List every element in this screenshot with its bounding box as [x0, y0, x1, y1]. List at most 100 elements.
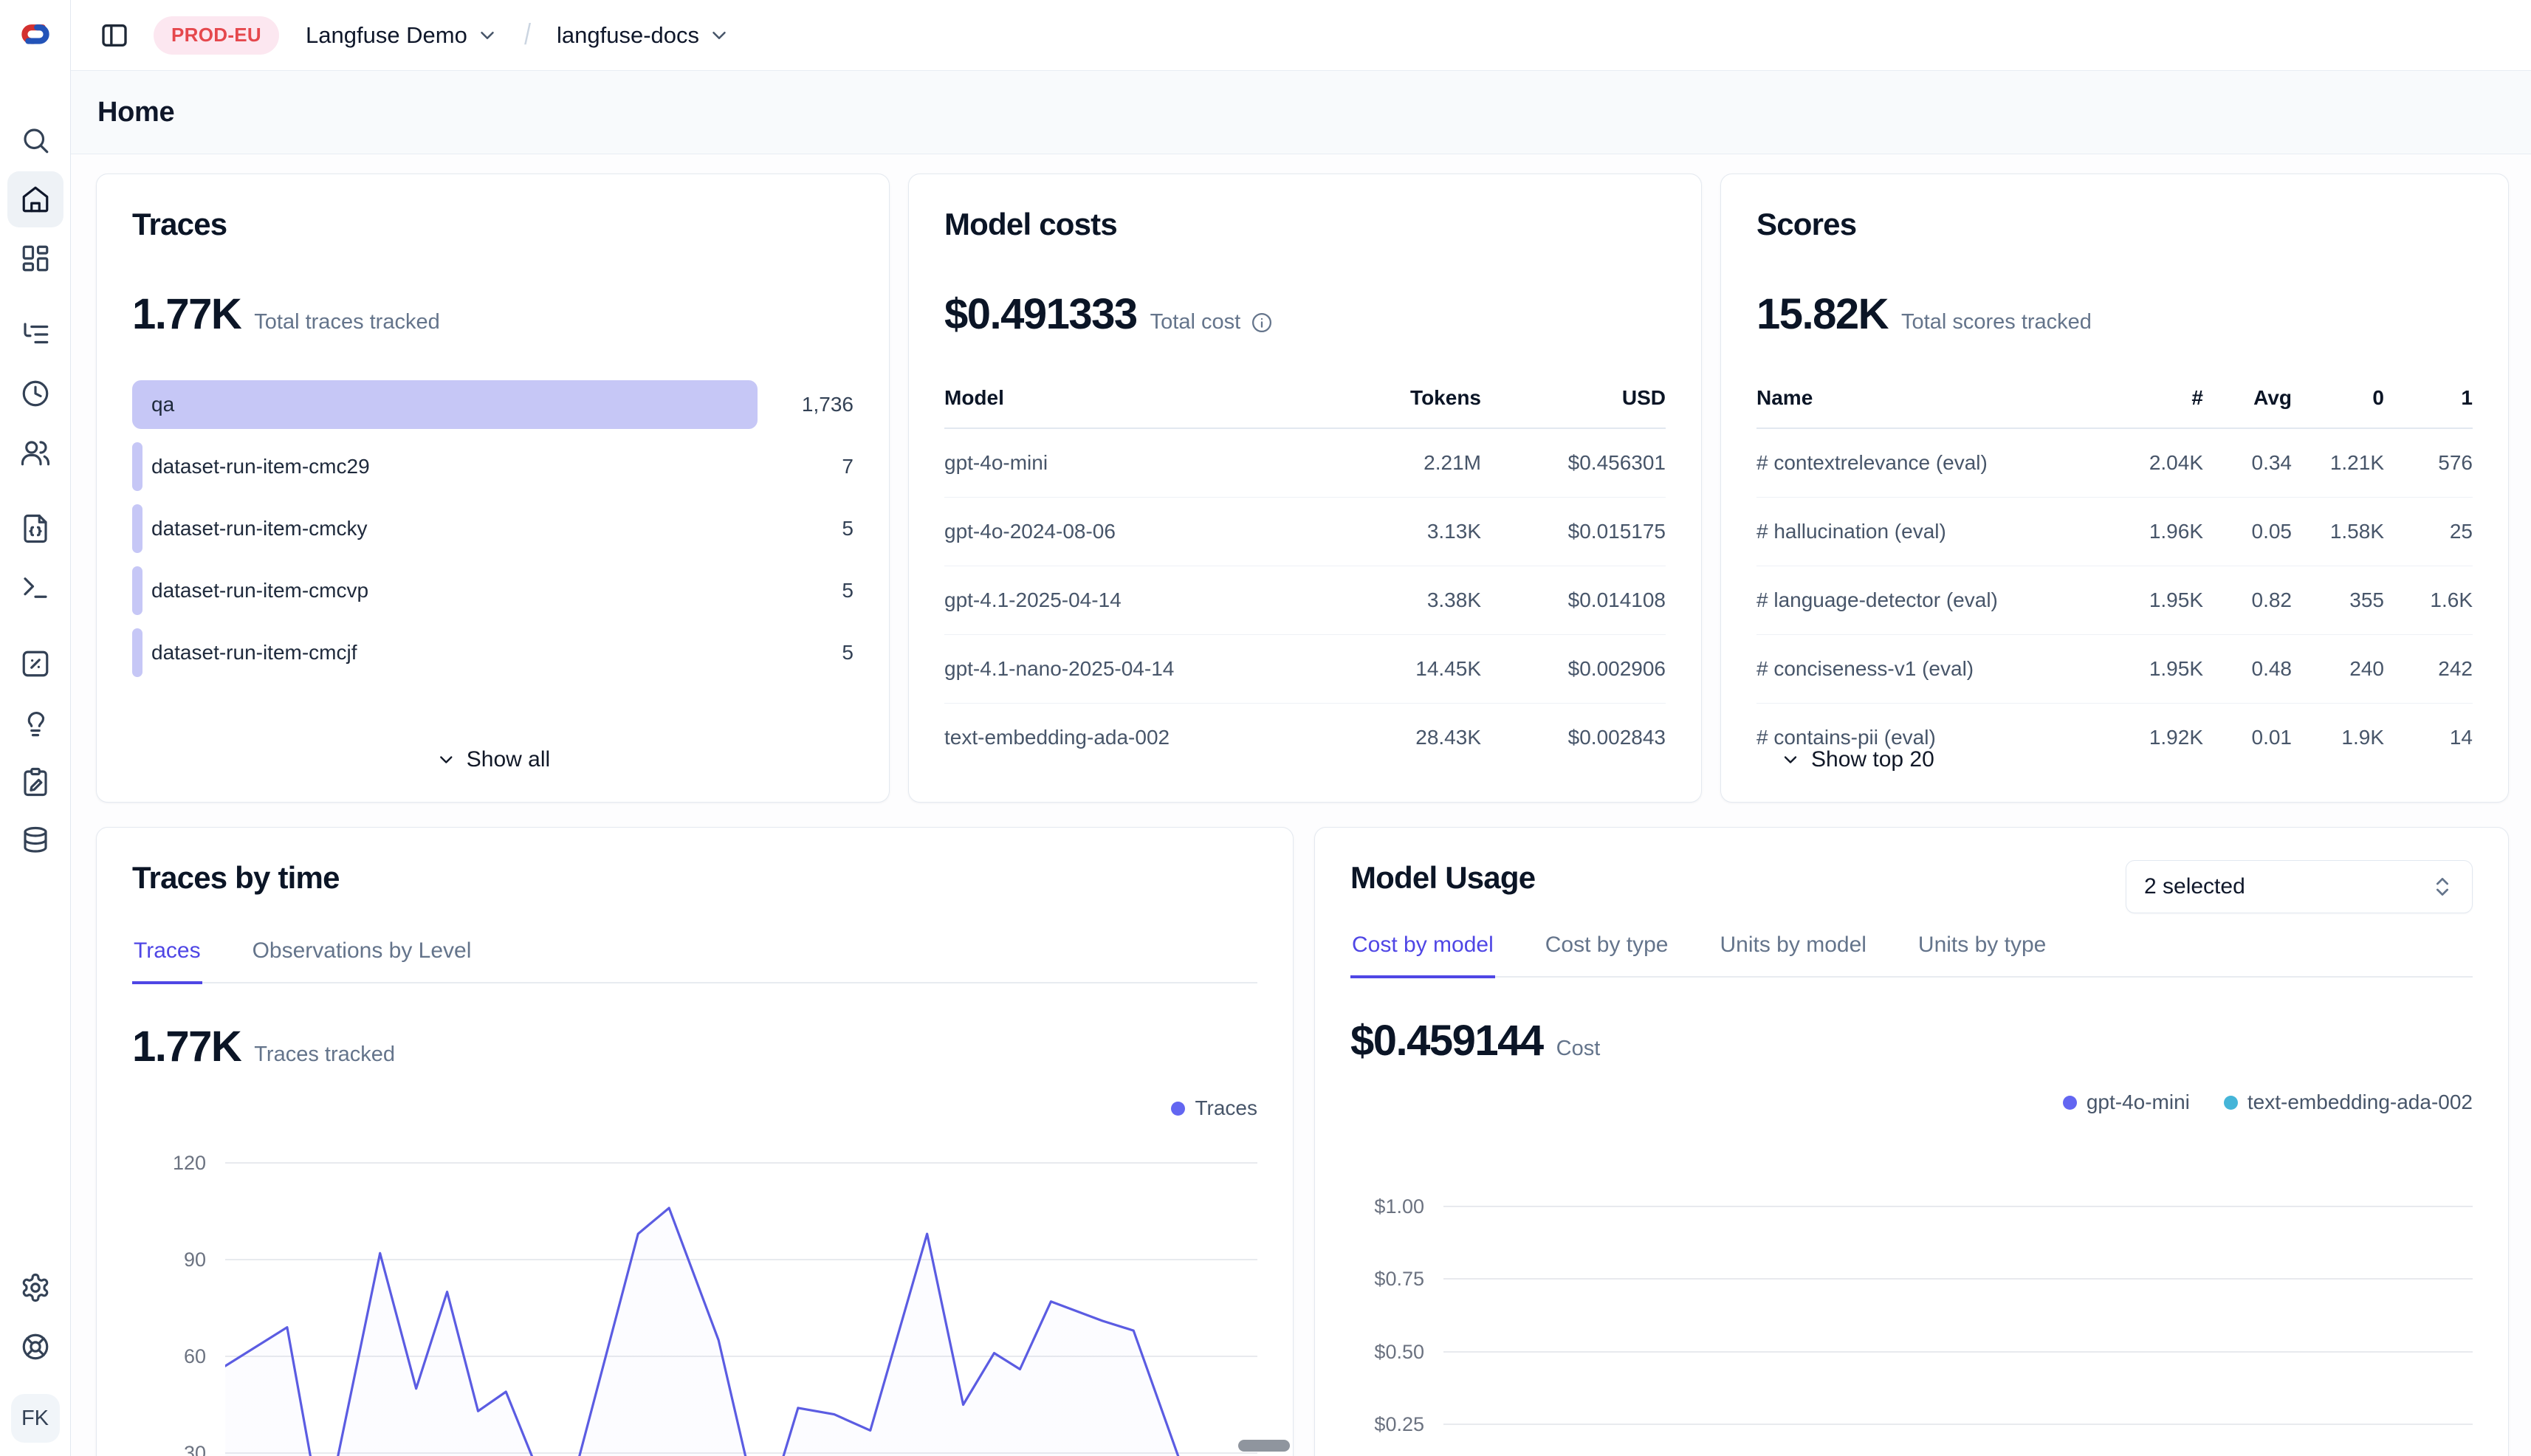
legend-label: gpt-4o-mini: [2087, 1091, 2190, 1114]
traces-by-time-chart: 120 90 60 30: [132, 1113, 1257, 1456]
org-switcher[interactable]: Langfuse Demo: [306, 22, 498, 49]
langfuse-logo-icon[interactable]: [16, 16, 55, 55]
score-name: # contextrelevance (eval): [1756, 451, 2085, 475]
score-avg: 0.48: [2203, 657, 2292, 681]
card-title: Traces by time: [132, 860, 1257, 896]
usd-value: $0.456301: [1481, 451, 1666, 475]
usd-value: $0.014108: [1481, 588, 1666, 612]
card-title: Scores: [1756, 207, 2473, 242]
sidebar-item-sessions[interactable]: [7, 365, 63, 422]
tab-units-by-model[interactable]: Units by model: [1719, 933, 1868, 978]
page-title: Home: [97, 97, 174, 128]
square-percent-icon: [20, 648, 51, 679]
sidebar-item-prompts[interactable]: [7, 501, 63, 557]
sidebar-item-dashboards[interactable]: [7, 230, 63, 286]
sidebar-item-search[interactable]: [7, 112, 63, 168]
sidebar-toggle-button[interactable]: [97, 18, 131, 52]
scores-total: 15.82K: [1756, 289, 1888, 339]
legend-label: text-embedding-ada-002: [2247, 1091, 2473, 1114]
score-count: 1.92K: [2085, 726, 2203, 749]
score-avg: 0.01: [2203, 726, 2292, 749]
tab-traces[interactable]: Traces: [132, 938, 202, 984]
bar-label: dataset-run-item-cmcvp: [151, 566, 368, 615]
project-name: langfuse-docs: [557, 22, 699, 49]
legend-item-gpt-4o-mini[interactable]: gpt-4o-mini: [2063, 1091, 2190, 1114]
clock-icon: [20, 378, 51, 409]
chevron-down-icon: [708, 24, 730, 47]
sidebar-item-insights[interactable]: [7, 695, 63, 751]
table-row: gpt-4o-2024-08-06 3.13K $0.015175: [944, 498, 1666, 566]
gridline: [1443, 1424, 2473, 1425]
score-zero: 1.58K: [2292, 520, 2384, 543]
sidebar-item-evaluators[interactable]: [7, 636, 63, 692]
model-usage-card: Model Usage 2 selected Cost by model Cos…: [1314, 827, 2509, 1456]
trace-bar-row[interactable]: dataset-run-item-cmcjf 5: [132, 628, 854, 677]
sidebar-item-home[interactable]: [7, 171, 63, 227]
total-cost: $0.491333: [944, 289, 1137, 339]
show-all-button[interactable]: Show all: [436, 747, 550, 772]
tab-cost-by-model[interactable]: Cost by model: [1350, 933, 1495, 978]
table-row: # language-detector (eval) 1.95K 0.82 35…: [1756, 566, 2473, 635]
lifebuoy-icon: [20, 1331, 51, 1362]
sidebar-item-playground[interactable]: [7, 560, 63, 616]
trace-bar-row[interactable]: qa 1,736: [132, 380, 854, 429]
tokens-value: 3.38K: [1297, 588, 1481, 612]
sidebar-item-annotation[interactable]: [7, 754, 63, 810]
table-row: gpt-4.1-2025-04-14 3.38K $0.014108: [944, 566, 1666, 635]
users-icon: [20, 437, 51, 468]
tab-units-by-type[interactable]: Units by type: [1917, 933, 2047, 978]
col-avg: Avg: [2203, 386, 2292, 410]
trace-bar-row[interactable]: dataset-run-item-cmcvp 5: [132, 566, 854, 615]
table-header: Name # Avg 0 1: [1756, 373, 2473, 429]
score-avg: 0.05: [2203, 520, 2292, 543]
page-header: Home: [71, 71, 2531, 154]
total-cost-label: Total cost: [1150, 310, 1241, 334]
model-name: gpt-4o-2024-08-06: [944, 520, 1297, 543]
sidebar-item-settings[interactable]: [7, 1260, 63, 1316]
score-count: 1.95K: [2085, 588, 2203, 612]
org-name: Langfuse Demo: [306, 22, 467, 49]
legend-item-text-embedding-ada-002[interactable]: text-embedding-ada-002: [2224, 1091, 2473, 1114]
tab-observations-by-level[interactable]: Observations by Level: [251, 938, 473, 984]
card-title: Traces: [132, 207, 854, 242]
col-tokens: Tokens: [1297, 386, 1481, 410]
scores-card: Scores 15.82K Total scores tracked Name …: [1720, 174, 2509, 803]
sidebar-item-tracing[interactable]: [7, 306, 63, 363]
project-switcher[interactable]: langfuse-docs: [557, 22, 730, 49]
show-all-label: Show all: [467, 747, 550, 772]
sidebar-item-users[interactable]: [7, 425, 63, 481]
table-row: # conciseness-v1 (eval) 1.95K 0.48 240 2…: [1756, 635, 2473, 704]
y-axis-tick: $0.25: [1350, 1413, 1443, 1436]
model-select-dropdown[interactable]: 2 selected: [2126, 860, 2473, 913]
bar-label: qa: [151, 380, 174, 429]
home-icon: [20, 184, 51, 215]
info-icon[interactable]: [1251, 312, 1273, 334]
horizontal-scrollbar-thumb[interactable]: [1238, 1440, 1290, 1452]
bar-label: dataset-run-item-cmcjf: [151, 628, 357, 677]
table-row: text-embedding-ada-002 28.43K $0.002843: [944, 704, 1666, 772]
score-name: # contains-pii (eval): [1756, 726, 2085, 749]
tokens-value: 14.45K: [1297, 657, 1481, 681]
trace-bar-row[interactable]: dataset-run-item-cmcky 5: [132, 504, 854, 553]
score-one: 14: [2384, 726, 2473, 749]
score-one: 242: [2384, 657, 2473, 681]
col-one: 1: [2384, 386, 2473, 410]
legend-dot: [2224, 1096, 2238, 1110]
trace-bar-row[interactable]: dataset-run-item-cmc29 7: [132, 442, 854, 491]
tab-cost-by-type[interactable]: Cost by type: [1544, 933, 1670, 978]
score-name: # language-detector (eval): [1756, 588, 2085, 612]
model-name: gpt-4o-mini: [944, 451, 1297, 475]
user-avatar[interactable]: FK: [11, 1394, 60, 1443]
traces-by-time-tabs: Traces Observations by Level: [132, 938, 1257, 983]
traces-bar-list: qa 1,736 dataset-run-item-cmc29 7 datase…: [132, 380, 854, 677]
show-top-20-button[interactable]: Show top 20: [1780, 747, 1934, 772]
gridline: [1443, 1206, 2473, 1207]
y-axis-tick: $1.00: [1350, 1195, 1443, 1218]
y-axis-tick: 60: [132, 1345, 225, 1368]
sidebar-item-support[interactable]: [7, 1319, 63, 1375]
scores-table: Name # Avg 0 1 # contextrelevance (eval)…: [1756, 373, 2473, 772]
sidebar-item-datasets[interactable]: [7, 813, 63, 869]
tokens-value: 3.13K: [1297, 520, 1481, 543]
database-icon: [20, 825, 51, 856]
model-name: gpt-4.1-2025-04-14: [944, 588, 1297, 612]
